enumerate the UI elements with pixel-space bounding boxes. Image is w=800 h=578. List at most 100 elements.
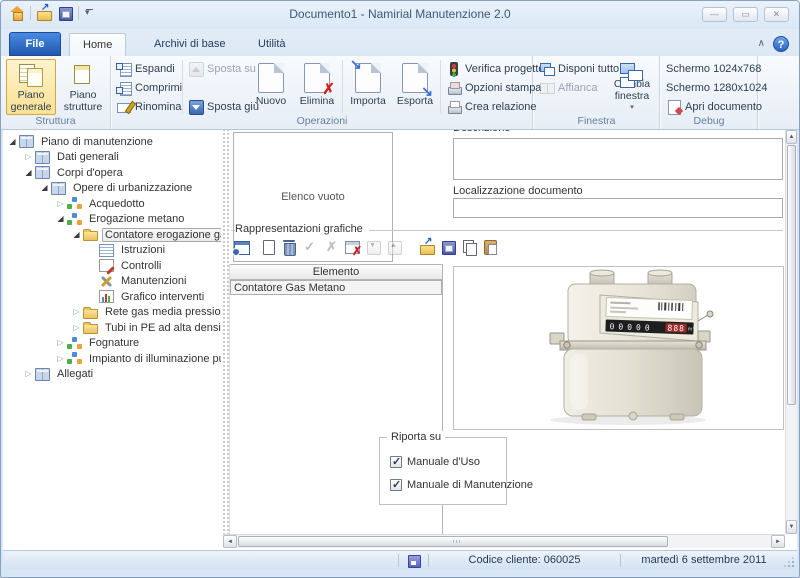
expand-arrow-icon[interactable]: ▷ — [23, 369, 34, 379]
collapse-arrow-icon[interactable]: ◢ — [23, 168, 34, 178]
tree-item-label: Controlli — [118, 259, 164, 273]
expand-arrow-icon[interactable]: ▷ — [55, 199, 66, 209]
espandi-button[interactable]: Espandi — [116, 59, 182, 78]
tree-item-istruzioni[interactable]: Istruzioni — [3, 243, 221, 259]
checkbox-checked-icon[interactable] — [390, 479, 402, 491]
schermo-1280x1024-button[interactable]: Schermo 1280x1024 — [666, 78, 768, 97]
tree-item-label: Piano di manutenzione — [38, 135, 156, 149]
comprimi-button[interactable]: Comprimi — [116, 78, 182, 97]
scroll-left-icon[interactable]: ◄ — [223, 535, 237, 548]
esporta-button[interactable]: ↘ Esporta — [393, 59, 437, 115]
ribbon-group-operazioni: Espandi Comprimi Rinomina Sposta su Spos… — [112, 56, 533, 129]
tab-archivi-di-base[interactable]: Archivi di base — [141, 33, 239, 56]
button-label: Affianca — [558, 82, 598, 94]
opzioni-stampa-button[interactable]: Opzioni stampa — [446, 78, 545, 97]
tree-splitter[interactable] — [221, 130, 229, 534]
tree-panel: ◢ Piano di manutenzione▷Dati generali◢Cor… — [3, 130, 221, 534]
tree-item-acquedotto[interactable]: ▷Acquedotto — [3, 196, 221, 212]
tab-file[interactable]: File — [9, 32, 61, 56]
client-code-status: Codice cliente: 060025 — [437, 554, 612, 566]
paste-icon[interactable] — [482, 239, 498, 255]
ribbon: Piano generale Piano strutture Struttura… — [1, 56, 799, 130]
open-file-icon[interactable] — [419, 239, 435, 255]
button-label: Schermo 1280x1024 — [666, 82, 768, 94]
collapse-arrow-icon[interactable]: ◢ — [71, 230, 82, 240]
book-icon — [35, 166, 50, 179]
apri-documento-button[interactable]: Apri documento — [666, 97, 768, 116]
expand-arrow-icon[interactable]: ▷ — [71, 307, 82, 317]
button-label: Crea relazione — [465, 101, 537, 113]
maximize-button[interactable]: ▭ — [733, 7, 758, 22]
horizontal-scroll-thumb[interactable] — [238, 536, 668, 547]
tree-item-fognature[interactable]: ▷ Fognature — [3, 336, 221, 352]
piano-strutture-button[interactable]: Piano strutture — [58, 59, 108, 115]
tree-item-erogazione-metano[interactable]: ◢Erogazione metano — [3, 212, 221, 228]
scroll-up-icon[interactable]: ▲ — [786, 130, 797, 144]
riporta-su-groupbox: Riporta su Manuale d'Uso Manuale di Manu… — [379, 437, 507, 505]
collapse-arrow-icon[interactable]: ◢ — [39, 183, 50, 193]
piano-generale-button[interactable]: Piano generale — [6, 59, 56, 115]
new-record-icon[interactable] — [260, 239, 276, 255]
delete-record-icon[interactable] — [281, 239, 297, 255]
expand-arrow-icon[interactable]: ▷ — [23, 152, 34, 162]
tree-item-label: Tubi in PE ad alta densità — [102, 321, 221, 335]
close-button[interactable]: ✕ — [764, 7, 789, 22]
title-bar: Documento1 - Namirial Manutenzione 2.0 —… — [1, 1, 799, 29]
rinomina-button[interactable]: Rinomina — [116, 97, 182, 116]
importa-button[interactable]: ↘ Importa — [345, 59, 391, 115]
descrizione-textarea[interactable] — [453, 138, 783, 180]
nuovo-button[interactable]: Nuovo — [249, 59, 293, 115]
vertical-scrollbar[interactable]: ▲ ▼ — [785, 130, 797, 534]
horizontal-scrollbar[interactable]: ◄ ► — [223, 534, 785, 548]
folder-icon — [83, 231, 98, 241]
scroll-down-icon[interactable]: ▼ — [786, 520, 797, 534]
resize-grip[interactable] — [783, 556, 795, 568]
localizzazione-input[interactable] — [453, 198, 783, 218]
save-status-icon — [407, 554, 420, 567]
tree-item-corpi-d-opera[interactable]: ◢Corpi d'opera — [3, 165, 221, 181]
elimina-button[interactable]: ✗ Elimina — [295, 59, 339, 115]
cambia-finestra-button[interactable]: Cambia finestra ▾ — [606, 59, 658, 115]
tree-item-label: Fognature — [86, 336, 142, 350]
delete-all-icon[interactable] — [344, 239, 360, 255]
insert-graphic-icon[interactable] — [233, 239, 249, 255]
minimize-button[interactable]: — — [702, 7, 727, 22]
tree-item-rete-gas-media-pressione[interactable]: ▷Rete gas media pressione — [3, 305, 221, 321]
minimize-ribbon-icon[interactable]: ∧ — [758, 39, 765, 49]
tree-item-grafico-interventi[interactable]: Grafico interventi — [3, 289, 221, 305]
tab-utilita[interactable]: Utilità — [245, 33, 299, 56]
tree-item-tubi-in-pe-ad-alta-densit[interactable]: ▷ Tubi in PE ad alta densità — [3, 320, 221, 336]
date-status: martedì 6 settembre 2011 — [629, 554, 779, 566]
checkbox-checked-icon[interactable] — [390, 456, 402, 468]
expand-arrow-icon[interactable]: ▷ — [55, 338, 66, 348]
tree-item-manutenzioni[interactable]: Manutenzioni — [3, 274, 221, 290]
manuale-duso-option[interactable]: Manuale d'Uso — [390, 456, 480, 468]
collapse-arrow-icon[interactable]: ◢ — [55, 214, 66, 224]
tree-item-dati-generali[interactable]: ▷Dati generali — [3, 150, 221, 166]
tree-item-contatore-erogazione-gas[interactable]: ◢Contatore erogazione gas — [3, 227, 221, 243]
tab-home[interactable]: Home — [69, 33, 126, 56]
grid-row-contatore-gas-metano[interactable]: Contatore Gas Metano — [230, 280, 442, 295]
tree-item-controlli[interactable]: Controlli — [3, 258, 221, 274]
collapse-arrow-icon[interactable]: ◢ — [7, 137, 18, 147]
scroll-right-icon[interactable]: ► — [771, 535, 785, 548]
tree-item-piano-di-manutenzione[interactable]: ◢ Piano di manutenzione — [3, 134, 221, 150]
confirm-icon — [302, 239, 318, 255]
save-file-icon[interactable] — [440, 239, 456, 255]
grid-column-header[interactable]: Elemento — [230, 264, 442, 280]
copy-icon[interactable] — [461, 239, 477, 255]
delete-document-icon: ✗ — [304, 63, 330, 93]
help-icon[interactable]: ? — [773, 36, 789, 52]
crea-relazione-button[interactable]: Crea relazione — [446, 97, 545, 116]
verifica-progetto-button[interactable]: Verifica progetto — [446, 59, 545, 78]
tree-item-opere-di-urbanizzazione[interactable]: ◢Opere di urbanizzazione — [3, 181, 221, 197]
manuale-di-manutenzione-option[interactable]: Manuale di Manutenzione — [390, 479, 533, 491]
schermo-1024x768-button[interactable]: Schermo 1024x768 — [666, 59, 768, 78]
expand-arrow-icon[interactable]: ▷ — [71, 323, 82, 333]
vertical-scroll-thumb[interactable] — [787, 145, 796, 405]
tree-item-impianto-di-illuminazione-pubblica[interactable]: ▷Impianto di illuminazione pubblica — [3, 351, 221, 367]
book-icon — [19, 135, 34, 148]
tree-item-allegati[interactable]: ▷Allegati — [3, 367, 221, 383]
expand-arrow-icon[interactable]: ▷ — [55, 354, 66, 364]
ribbon-group-struttura: Piano generale Piano strutture Struttura — [1, 56, 111, 129]
